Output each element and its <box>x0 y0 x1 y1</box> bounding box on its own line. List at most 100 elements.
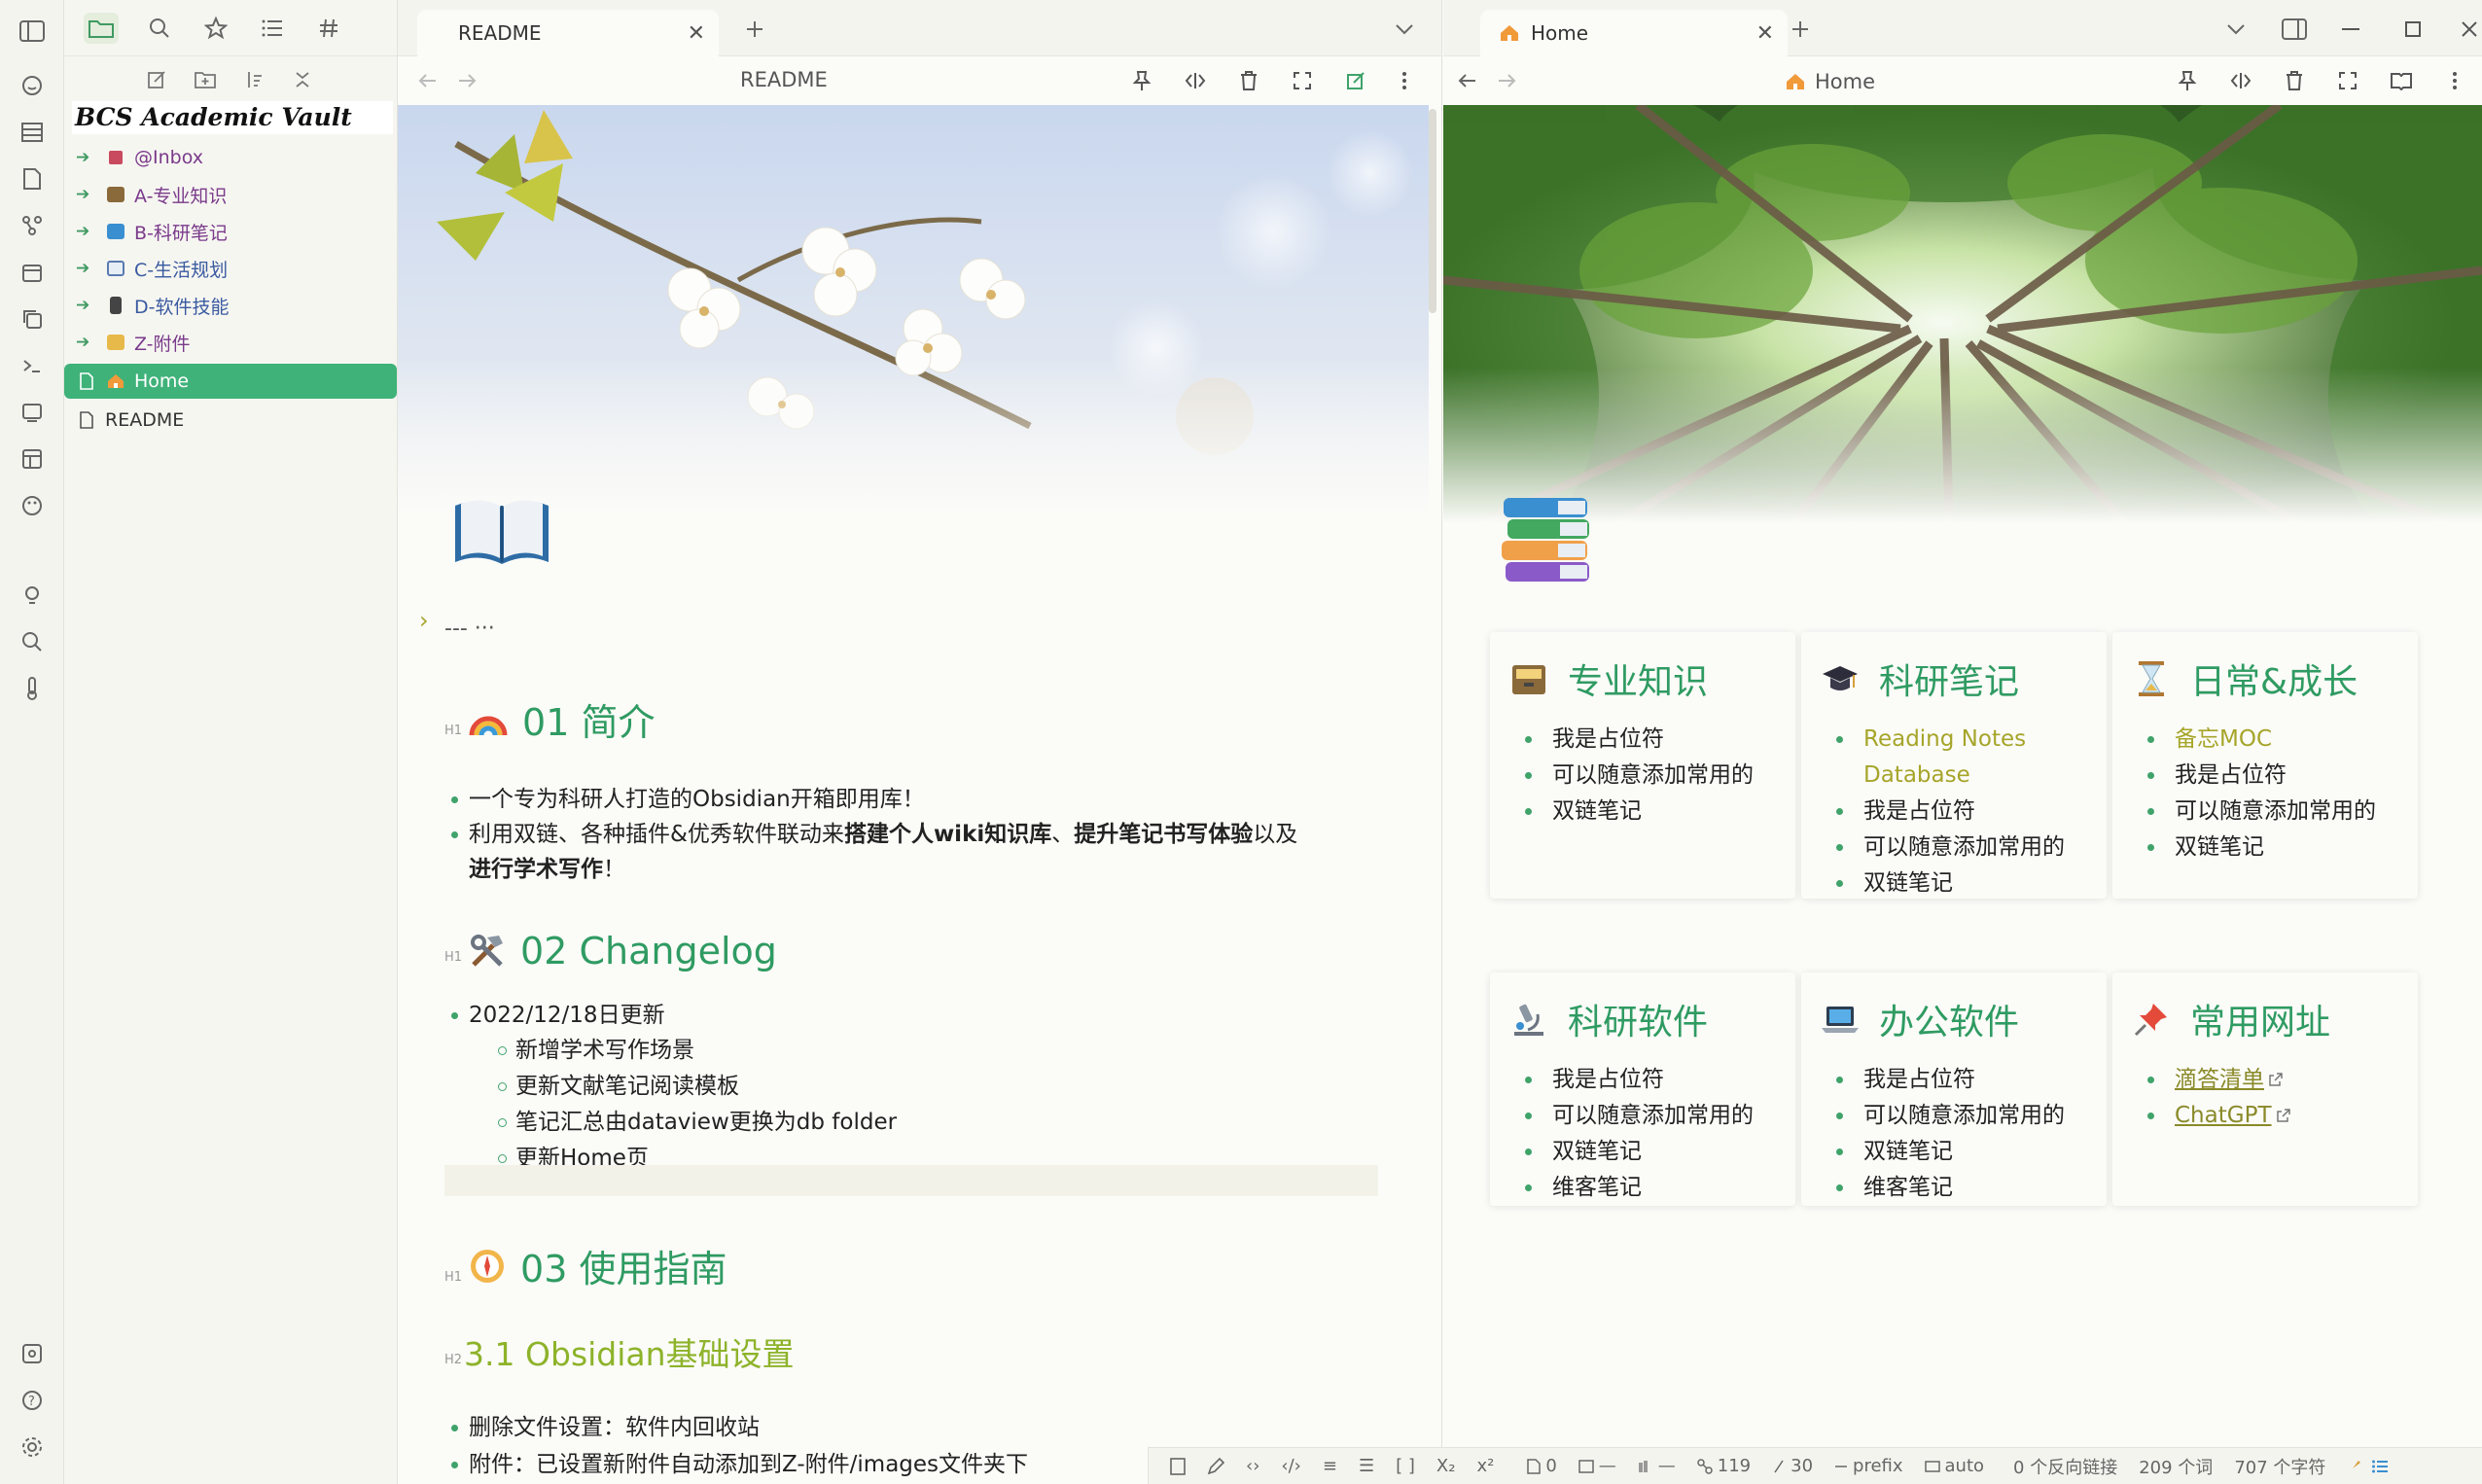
scrollbar-thumb[interactable] <box>1429 109 1436 313</box>
list-settings-icon[interactable] <box>2372 1460 2389 1473</box>
graph-view-icon[interactable] <box>17 210 48 241</box>
status-auto[interactable]: auto <box>1924 1456 1984 1476</box>
card-link-item[interactable]: 备忘MOC <box>2147 722 2406 758</box>
folder-label: C-生活规划 <box>134 259 229 281</box>
pen-icon[interactable] <box>1207 1457 1224 1475</box>
settings-gear-icon[interactable] <box>17 1431 48 1463</box>
fullscreen-icon[interactable] <box>2333 66 2362 95</box>
edit-mode-icon[interactable] <box>1341 66 1370 95</box>
status-count-3[interactable]: — <box>1638 1456 1676 1476</box>
tab-readme[interactable]: README ✕ <box>417 10 719 56</box>
files-tab-folder-icon[interactable] <box>84 13 119 44</box>
sort-icon[interactable] <box>239 66 268 93</box>
more-options-icon[interactable] <box>2440 66 2469 95</box>
card-link-item[interactable]: 滴答清单 <box>2147 1062 2406 1098</box>
file-readme[interactable]: README <box>64 403 398 438</box>
forward-arrow-icon[interactable] <box>452 66 481 95</box>
bookmark-star-icon[interactable] <box>198 13 233 44</box>
collapse-all-icon[interactable] <box>288 66 317 93</box>
more-options-icon[interactable] <box>1390 66 1419 95</box>
close-tab-icon[interactable]: ✕ <box>1756 21 1774 46</box>
code-icon[interactable]: ‹› <box>1246 1456 1259 1476</box>
search-icon[interactable] <box>17 626 48 657</box>
maximize-icon[interactable] <box>2398 15 2428 44</box>
palette-icon[interactable] <box>17 490 48 521</box>
folder-a-knowledge[interactable]: ➔ A-专业知识 <box>64 177 398 212</box>
card-list-item: 双链笔记 <box>1836 1134 2095 1170</box>
folder-b-notes[interactable]: ➔ B-科研笔记 <box>64 214 398 249</box>
toggle-sidebar-icon[interactable] <box>17 16 48 47</box>
help-icon[interactable]: ? <box>17 1385 48 1416</box>
external-link-icon <box>2276 1103 2291 1128</box>
superscript-icon[interactable]: x² <box>1476 1456 1494 1476</box>
list-panel-icon[interactable] <box>17 117 48 148</box>
search-tab-icon[interactable] <box>142 13 177 44</box>
pin-icon[interactable] <box>2173 66 2202 95</box>
status-count-2[interactable]: — <box>1578 1456 1616 1476</box>
fold-chevron-icon[interactable]: › <box>419 607 429 634</box>
banner-fade <box>1443 368 2482 523</box>
copy-icon[interactable] <box>17 303 48 335</box>
status-prefix[interactable]: prefix <box>1834 1456 1903 1476</box>
split-icon[interactable] <box>2226 66 2255 95</box>
fullscreen-icon[interactable] <box>1288 66 1317 95</box>
frontmatter-collapsed[interactable]: --- ··· <box>444 617 495 641</box>
tab-list-chevron-down-icon[interactable] <box>2221 15 2251 44</box>
tab-list-chevron-down-icon[interactable] <box>1390 15 1419 44</box>
pin-icon[interactable] <box>1127 66 1156 95</box>
folder-d-software[interactable]: ➔ D-软件技能 <box>64 288 398 323</box>
vault-switch-icon[interactable] <box>17 1338 48 1369</box>
laptop-icon <box>1821 1000 1860 1039</box>
new-note-icon[interactable] <box>142 66 171 93</box>
minimize-icon[interactable] <box>2336 15 2365 44</box>
vault-name[interactable]: BCS Academic Vault <box>72 101 393 134</box>
reading-view-book-icon[interactable] <box>2387 66 2416 95</box>
book-icon[interactable] <box>1170 1457 1186 1475</box>
tab-home[interactable]: Home ✕ <box>1480 10 1788 56</box>
folder-knowledge-icon <box>105 184 126 205</box>
brush-icon[interactable] <box>2347 1459 2362 1474</box>
slides-icon[interactable] <box>17 397 48 428</box>
subscript-icon[interactable]: X₂ <box>1436 1456 1456 1476</box>
status-nodes[interactable]: 119 <box>1697 1456 1751 1476</box>
code-block-icon[interactable]: ‹/› <box>1281 1456 1300 1476</box>
active-line-highlight[interactable] <box>444 1165 1378 1196</box>
card-link-item[interactable]: ChatGPT <box>2147 1098 2406 1134</box>
outline-list-icon[interactable] <box>255 13 290 44</box>
back-arrow-icon[interactable] <box>1453 66 1482 95</box>
folder-inbox[interactable]: ➔ @Inbox <box>64 140 398 175</box>
thermometer-icon[interactable] <box>17 673 48 704</box>
status-links[interactable]: 30 <box>1772 1456 1813 1476</box>
new-tab-plus-icon[interactable] <box>1786 15 1815 44</box>
file-home[interactable]: Home <box>64 364 397 399</box>
brackets-icon[interactable]: [ ] <box>1396 1456 1415 1476</box>
forward-arrow-icon[interactable] <box>1492 66 1521 95</box>
new-tab-plus-icon[interactable] <box>740 15 769 44</box>
layout-icon[interactable] <box>17 443 48 475</box>
trash-icon[interactable] <box>2280 66 2309 95</box>
view-title-group[interactable]: Home <box>1786 70 1875 93</box>
status-count-1[interactable]: 0 <box>1527 1456 1557 1476</box>
card-list-item: 可以随意添加常用的 <box>1525 1098 1784 1134</box>
back-arrow-icon[interactable] <box>413 66 443 95</box>
calendar-icon[interactable] <box>17 257 48 288</box>
file-search-icon[interactable] <box>17 163 48 194</box>
close-window-icon[interactable] <box>2455 15 2482 44</box>
folder-z-attachments[interactable]: ➔ Z-附件 <box>64 325 398 360</box>
folder-c-life[interactable]: ➔ C-生活规划 <box>64 251 398 286</box>
toggle-right-sidebar-icon[interactable] <box>2280 15 2309 44</box>
terminal-icon[interactable] <box>17 350 48 381</box>
backlinks-count[interactable]: 0 个反向链接 <box>2013 1454 2117 1479</box>
smile-icon[interactable] <box>17 70 48 101</box>
new-folder-icon[interactable] <box>191 66 220 93</box>
trash-icon[interactable] <box>1234 66 1263 95</box>
bullet-list-icon[interactable]: ☰ <box>1359 1456 1374 1476</box>
lightbulb-icon[interactable] <box>17 580 48 611</box>
view-title[interactable]: README <box>740 68 828 91</box>
card-list: 备忘MOC 我是占位符 可以随意添加常用的 双链笔记 <box>2147 722 2406 866</box>
split-icon[interactable] <box>1181 66 1210 95</box>
card-link-item[interactable]: Reading Notes Database <box>1836 722 2095 794</box>
close-tab-icon[interactable]: ✕ <box>688 21 705 46</box>
tags-hash-icon[interactable] <box>311 13 346 44</box>
numbered-list-icon[interactable]: ≡ <box>1323 1456 1337 1476</box>
